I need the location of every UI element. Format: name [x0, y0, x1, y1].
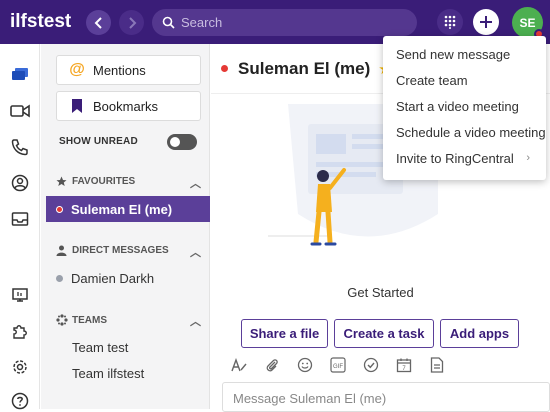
left-rail [0, 44, 40, 410]
get-started-heading: Get Started [347, 285, 414, 300]
menu-item-start-video-meeting[interactable]: Start a video meeting [383, 93, 546, 119]
meetings-icon[interactable] [9, 284, 31, 306]
chevron-right-icon [128, 16, 136, 29]
calendar-event-icon[interactable]: 7 [395, 356, 413, 374]
new-action-dropdown-menu: Send new message Create team Start a vid… [383, 36, 546, 180]
mentions-button[interactable]: @ Mentions [56, 55, 201, 85]
bookmarks-label: Bookmarks [93, 98, 159, 114]
team-icon [56, 314, 68, 326]
format-text-icon[interactable] [230, 356, 248, 374]
sidebar-item-label: Damien Darkh [71, 270, 155, 286]
menu-item-create-team[interactable]: Create team [383, 67, 546, 93]
composer-toolbar: GIF 7 [225, 354, 550, 376]
presence-dot [221, 65, 228, 72]
create-task-button[interactable]: Create a task [334, 319, 434, 348]
chevron-up-icon[interactable]: ︿ [190, 175, 201, 191]
dialpad-button[interactable] [437, 9, 463, 35]
message-input-placeholder: Message Suleman El (me) [233, 391, 387, 406]
bookmark-icon [69, 99, 85, 113]
attach-paperclip-icon[interactable] [263, 356, 281, 374]
search-placeholder: Search [181, 15, 223, 30]
user-avatar[interactable]: SE [512, 7, 544, 39]
contacts-icon[interactable] [9, 172, 31, 194]
dialpad-icon [444, 15, 456, 29]
svg-text:GIF: GIF [333, 364, 343, 370]
star-icon [56, 176, 68, 187]
forward-button[interactable] [119, 10, 144, 35]
menu-item-label: Create team [396, 72, 468, 88]
presence-dot [56, 205, 63, 213]
messages-icon[interactable] [9, 64, 31, 86]
at-sign-icon: @ [69, 61, 85, 78]
bookmarks-button[interactable]: Bookmarks [56, 91, 201, 121]
message-input[interactable]: Message Suleman El (me) [222, 382, 550, 412]
chevron-left-icon [94, 16, 102, 29]
search-input[interactable]: Search [152, 9, 417, 36]
add-apps-button[interactable]: Add apps [440, 319, 519, 348]
presence-dot [56, 274, 63, 282]
person-icon [56, 245, 68, 256]
show-unread-label: SHOW UNREAD [59, 136, 138, 147]
sidebar-item-suleman[interactable]: Suleman El (me) [46, 196, 210, 222]
chevron-right-icon: › [526, 152, 530, 164]
favourites-section-header[interactable]: FAVOURITES ︿ [56, 176, 201, 190]
menu-item-schedule-video-meeting[interactable]: Schedule a video meeting [383, 119, 546, 145]
sidebar-item-team-test[interactable]: Team test [46, 334, 210, 360]
gif-icon[interactable]: GIF [329, 356, 347, 374]
task-check-icon[interactable] [362, 356, 380, 374]
sidebar-item-damien[interactable]: Damien Darkh [46, 265, 210, 291]
menu-item-label: Invite to RingCentral [396, 150, 514, 166]
search-icon [162, 16, 175, 29]
menu-item-invite-ringcentral[interactable]: Invite to RingCentral › [383, 145, 546, 171]
menu-item-label: Schedule a video meeting [396, 124, 546, 140]
inbox-icon[interactable] [9, 208, 31, 230]
plus-icon [480, 16, 492, 28]
direct-messages-title: DIRECT MESSAGES [72, 245, 169, 256]
sidebar-item-label: Suleman El (me) [71, 201, 173, 217]
menu-item-label: Start a video meeting [396, 98, 519, 114]
sidebar-item-label: Team test [72, 339, 129, 355]
mentions-label: Mentions [93, 62, 146, 78]
direct-messages-section-header[interactable]: DIRECT MESSAGES ︿ [56, 245, 201, 259]
teams-section-header[interactable]: TEAMS ︿ [56, 313, 201, 329]
conversation-sidebar: @ Mentions Bookmarks SHOW UNREAD FAVOURI… [41, 44, 210, 409]
menu-item-send-new-message[interactable]: Send new message [383, 41, 546, 67]
new-action-button[interactable] [473, 9, 499, 35]
favourites-title: FAVOURITES [72, 176, 136, 187]
menu-item-label: Send new message [396, 46, 511, 62]
settings-gear-icon[interactable] [9, 356, 31, 378]
integrations-icon[interactable] [9, 320, 31, 342]
sidebar-item-label: Team ilfstest [72, 365, 145, 381]
phone-icon[interactable] [9, 136, 31, 158]
emoji-icon[interactable] [296, 356, 314, 374]
share-file-button[interactable]: Share a file [241, 319, 328, 348]
back-button[interactable] [86, 10, 111, 35]
show-unread-toggle[interactable] [167, 134, 197, 150]
teams-title: TEAMS [72, 314, 107, 326]
avatar-initials: SE [519, 15, 536, 30]
conversation-title: Suleman El (me) [238, 58, 371, 78]
chevron-up-icon[interactable]: ︿ [190, 313, 201, 329]
video-icon[interactable] [9, 100, 31, 122]
app-brand: ilfstest [10, 11, 72, 32]
sidebar-item-team-ilfstest[interactable]: Team ilfstest [46, 360, 210, 386]
chevron-up-icon[interactable]: ︿ [190, 244, 201, 260]
note-icon[interactable] [428, 356, 446, 374]
